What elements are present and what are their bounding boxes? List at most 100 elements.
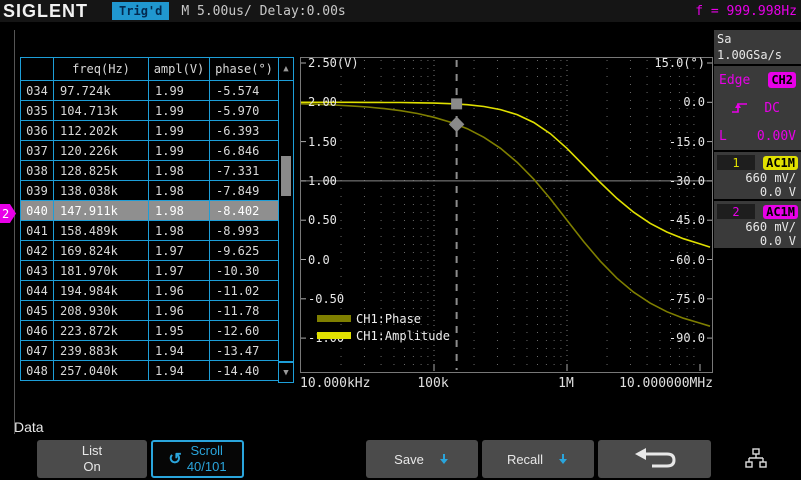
- scroll-up-icon[interactable]: ▲: [278, 57, 294, 81]
- left-axis-label: 1.00: [308, 175, 337, 187]
- save-button[interactable]: Save: [366, 440, 478, 478]
- right-axis-label: -15.0: [669, 136, 705, 148]
- table-cell: 1.96: [149, 281, 210, 301]
- table-cell: 181.970k: [54, 261, 149, 281]
- table-row[interactable]: 041158.489k1.98-8.993: [21, 221, 279, 241]
- table-cell: -8.993: [210, 221, 279, 241]
- channel-1-info-box[interactable]: 1 AC1M 660 mV/ 0.0 V: [714, 152, 801, 199]
- table-row[interactable]: 036112.202k1.99-6.393: [21, 121, 279, 141]
- channel-2-info-box[interactable]: 2 AC1M 660 mV/ 0.0 V: [714, 201, 801, 248]
- table-cell: 1.98: [149, 181, 210, 201]
- table-cell: 040: [21, 201, 54, 221]
- table-row[interactable]: 044194.984k1.96-11.02: [21, 281, 279, 301]
- trigger-level-value: 0.00V: [757, 129, 796, 144]
- right-axis-label: 0.0: [683, 96, 705, 108]
- table-cell: 1.96: [149, 301, 210, 321]
- back-return-icon: [632, 446, 678, 472]
- oscilloscope-screen: SIGLENT Trig'd M 5.00us/ Delay:0.00s f =…: [0, 0, 801, 480]
- table-cell: 1.94: [149, 361, 210, 381]
- sample-rate: Sa 1.00GSa/s: [717, 31, 798, 63]
- left-axis-label: 0.0: [308, 254, 330, 266]
- table-cell: 044: [21, 281, 54, 301]
- save-dropdown-icon: [438, 453, 450, 465]
- table-cell: 120.226k: [54, 141, 149, 161]
- list-on-button[interactable]: List On: [37, 440, 147, 478]
- table-cell: 042: [21, 241, 54, 261]
- chart-legend: CH1:PhaseCH1:Amplitude: [317, 310, 450, 344]
- table-cell: -9.625: [210, 241, 279, 261]
- table-cell: 1.99: [149, 81, 210, 101]
- siglent-logo: SIGLENT: [3, 1, 88, 22]
- table-cell: 257.040k: [54, 361, 149, 381]
- left-axis-label: 2.00: [308, 96, 337, 108]
- table-cell: -13.47: [210, 341, 279, 361]
- table-cell: -7.331: [210, 161, 279, 181]
- table-cell: -5.574: [210, 81, 279, 101]
- back-button[interactable]: [598, 440, 711, 478]
- save-button-label: Save: [394, 452, 424, 467]
- legend-swatch: [317, 332, 351, 339]
- table-row[interactable]: 046223.872k1.95-12.60: [21, 321, 279, 341]
- table-cell: 138.038k: [54, 181, 149, 201]
- scrollbar-thumb[interactable]: [281, 156, 291, 196]
- table-row[interactable]: 03497.724k1.99-5.574: [21, 81, 279, 101]
- table-row[interactable]: 039138.038k1.98-7.849: [21, 181, 279, 201]
- legend-item: CH1:Amplitude: [317, 327, 450, 344]
- table-row[interactable]: 048257.040k1.94-14.40: [21, 361, 279, 381]
- table-cell: 035: [21, 101, 54, 121]
- table-cell: 1.99: [149, 141, 210, 161]
- table-row[interactable]: 047239.883k1.94-13.47: [21, 341, 279, 361]
- recall-button[interactable]: Recall: [482, 440, 594, 478]
- trigger-coupling: DC: [764, 101, 780, 116]
- table-column-header: freq(Hz): [54, 58, 149, 81]
- scroll-button[interactable]: ↺ Scroll 40/101: [151, 440, 244, 478]
- table-row[interactable]: 045208.930k1.96-11.78: [21, 301, 279, 321]
- table-cell: -7.849: [210, 181, 279, 201]
- left-axis-label: -0.50: [308, 293, 344, 305]
- table-cell: 1.94: [149, 341, 210, 361]
- menu-title: Data: [14, 419, 44, 435]
- frequency-table: freq(Hz)ampl(V)phase(°) 03497.724k1.99-5…: [20, 57, 279, 381]
- recall-dropdown-icon: [557, 453, 569, 465]
- amplitude-cursor-marker[interactable]: [451, 98, 462, 109]
- channel-1-scale: 660 mV/: [717, 171, 798, 185]
- table-row[interactable]: 038128.825k1.98-7.331: [21, 161, 279, 181]
- table-header-row: freq(Hz)ampl(V)phase(°): [21, 58, 279, 81]
- right-axis-label: -30.0: [669, 175, 705, 187]
- table-cell: 208.930k: [54, 301, 149, 321]
- scrollbar-track[interactable]: [278, 80, 294, 362]
- scroll-down-icon[interactable]: ▼: [278, 362, 294, 383]
- table-cell: 104.713k: [54, 101, 149, 121]
- table-cell: 034: [21, 81, 54, 101]
- trigger-level-label: L: [719, 129, 727, 144]
- scroll-rotate-icon: ↺: [168, 449, 181, 469]
- frequency-counter: f = 999.998Hz: [695, 4, 797, 19]
- trigger-type-label: Edge: [719, 73, 750, 88]
- table-cell: 1.97: [149, 261, 210, 281]
- table-cell: 041: [21, 221, 54, 241]
- table-row[interactable]: 043181.970k1.97-10.30: [21, 261, 279, 281]
- table-cell: 036: [21, 121, 54, 141]
- utility-menu-button[interactable]: [744, 448, 768, 474]
- acquisition-info-box: Sa 1.00GSa/s Curr 70.0kpts: [714, 30, 801, 64]
- table-column-header: ampl(V): [149, 58, 210, 81]
- legend-label: CH1:Phase: [356, 312, 421, 326]
- table-row[interactable]: 035104.713k1.99-5.970: [21, 101, 279, 121]
- x-axis-label: 10.000000MHz: [619, 376, 713, 391]
- table-cell: -10.30: [210, 261, 279, 281]
- x-axis-label: 10.000kHz: [300, 376, 370, 391]
- trigger-info-box[interactable]: Edge CH2 DC L 0.00V: [714, 66, 801, 150]
- table-row[interactable]: 040147.911k1.98-8.402: [21, 201, 279, 221]
- table-cell: 1.98: [149, 221, 210, 241]
- bode-data-table: freq(Hz)ampl(V)phase(°) 03497.724k1.99-5…: [20, 57, 294, 383]
- rising-edge-icon: [731, 100, 749, 116]
- channel-2-coupling-badge: AC1M: [763, 205, 798, 219]
- table-column-header: phase(°): [210, 58, 279, 81]
- top-bar: SIGLENT Trig'd M 5.00us/ Delay:0.00s f =…: [0, 0, 801, 22]
- table-cell: -8.402: [210, 201, 279, 221]
- table-row[interactable]: 037120.226k1.99-6.846: [21, 141, 279, 161]
- phase-cursor-marker[interactable]: [449, 117, 465, 133]
- right-axis-label: -90.0: [669, 332, 705, 344]
- table-row[interactable]: 042169.824k1.97-9.625: [21, 241, 279, 261]
- scroll-position-value: 40/101: [187, 459, 227, 475]
